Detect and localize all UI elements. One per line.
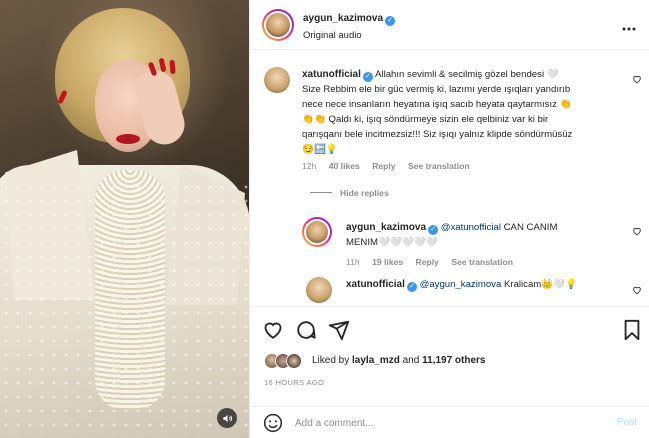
reply-line-1: aygun_kazimova ✓ @xatunofficial CAN CANIM xyxy=(346,220,557,235)
liked-by-prefix: Liked by xyxy=(312,355,350,366)
comment-line-6: 😏🔚💡 xyxy=(302,144,338,155)
reply-mention[interactable]: @xatunofficial xyxy=(441,222,501,233)
comment-username[interactable]: xatunofficial xyxy=(302,69,361,80)
pearl-necklaces xyxy=(95,170,165,410)
save-bookmark-icon[interactable] xyxy=(622,319,642,341)
comment-time: 12h xyxy=(302,161,317,171)
post-actions: Liked by layla_mzd and 11,197 others 16 … xyxy=(250,306,649,406)
reply-line-2: MENIM🤍🤍🤍🤍🤍 xyxy=(346,237,438,248)
more-horizontal-icon xyxy=(622,27,636,31)
commenter-avatar[interactable] xyxy=(264,67,290,93)
reply-avatar[interactable] xyxy=(302,217,332,247)
audio-toggle-button[interactable] xyxy=(217,408,237,428)
verified-badge-icon: ✓ xyxy=(362,72,373,82)
reply2-line-1: xatunofficial ✓ @aygun_kazimova Kralicam👑… xyxy=(346,277,577,292)
verified-badge-icon: ✓ xyxy=(428,225,439,235)
comment-line-4: 👏👏 Qaldı ki, işıq söndürmeye sizin ele q… xyxy=(302,114,549,125)
reply-time: 11h xyxy=(346,257,360,267)
hide-replies-button[interactable]: Hide replies xyxy=(340,188,389,198)
audio-label[interactable]: Original audio xyxy=(303,30,362,41)
liked-by-and: and xyxy=(402,355,420,366)
red-lips xyxy=(116,134,140,144)
reply-text: CAN CANIM xyxy=(503,222,558,233)
post-comment-button[interactable]: Post xyxy=(617,417,637,428)
see-translation-button[interactable]: See translation xyxy=(451,257,513,267)
like-heart-icon[interactable] xyxy=(262,319,284,341)
comment-line-1: xatunofficial ✓ Allahın sevimli & secilmi… xyxy=(302,67,559,82)
author-username[interactable]: aygun_kazimova xyxy=(303,13,383,24)
verified-badge-icon: ✓ xyxy=(406,282,417,292)
add-comment-input[interactable] xyxy=(295,415,595,431)
reply-meta: 11h 19 likes Reply See translation xyxy=(346,257,523,267)
comment-line-2: Size Rebbim ele bir güc vermiş ki, lazım… xyxy=(302,84,571,95)
reply-mention[interactable]: @aygun_kazimova xyxy=(420,279,502,290)
like-reply-heart-icon[interactable] xyxy=(632,285,642,295)
reply-text: Kralicam👑🤍💡 xyxy=(503,279,578,290)
author-avatar[interactable] xyxy=(262,9,294,41)
reply-button[interactable]: Reply xyxy=(372,161,395,171)
comment-line-5: qarışqanı bele incitmezsiz!!! Siz işıqı … xyxy=(302,129,573,140)
verified-badge-icon: ✓ xyxy=(385,16,396,26)
reply-username[interactable]: xatunofficial xyxy=(346,279,405,290)
author-avatar-image xyxy=(266,13,290,37)
like-reply-heart-icon[interactable] xyxy=(632,226,642,236)
share-icon[interactable] xyxy=(328,319,350,341)
replies-divider xyxy=(310,192,332,193)
post-panel: aygun_kazimova ✓ Original audio xatunoffi… xyxy=(249,0,649,438)
reply-avatar-image xyxy=(306,221,328,243)
reply-avatar[interactable] xyxy=(306,277,332,303)
liked-by-user-link[interactable]: layla_mzd xyxy=(352,355,400,366)
comment-line-3: nece nece insanların heyatına işıq sacıb… xyxy=(302,99,572,110)
speaker-icon xyxy=(222,414,232,422)
author-name-row: aygun_kazimova ✓ xyxy=(303,12,396,26)
likes-count-link[interactable]: 11,197 others xyxy=(422,355,485,366)
liked-by-text: Liked by layla_mzd and 11,197 others xyxy=(312,355,485,366)
post-media[interactable] xyxy=(0,0,249,438)
reply-button[interactable]: Reply xyxy=(416,257,439,267)
liker-avatar xyxy=(286,353,302,369)
reply-likes[interactable]: 19 likes xyxy=(372,257,403,267)
like-comment-heart-icon[interactable] xyxy=(632,74,642,84)
comment-meta: 12h 40 likes Reply See translation xyxy=(302,161,480,171)
comment-text: Allahın sevimli & secilmiş gözel bendesi… xyxy=(375,69,559,80)
comments-list[interactable]: xatunofficial ✓ Allahın sevimli & secilmi… xyxy=(250,51,649,306)
post-header: aygun_kazimova ✓ Original audio xyxy=(250,0,649,50)
see-translation-button[interactable]: See translation xyxy=(408,161,470,171)
comment-icon[interactable] xyxy=(295,319,317,341)
emoji-icon[interactable] xyxy=(263,413,283,433)
reply-username[interactable]: aygun_kazimova xyxy=(346,222,426,233)
more-options-button[interactable] xyxy=(622,18,636,34)
comment-composer: Post xyxy=(250,406,649,438)
post-timestamp[interactable]: 16 HOURS AGO xyxy=(264,378,324,387)
comment-likes[interactable]: 40 likes xyxy=(329,161,360,171)
